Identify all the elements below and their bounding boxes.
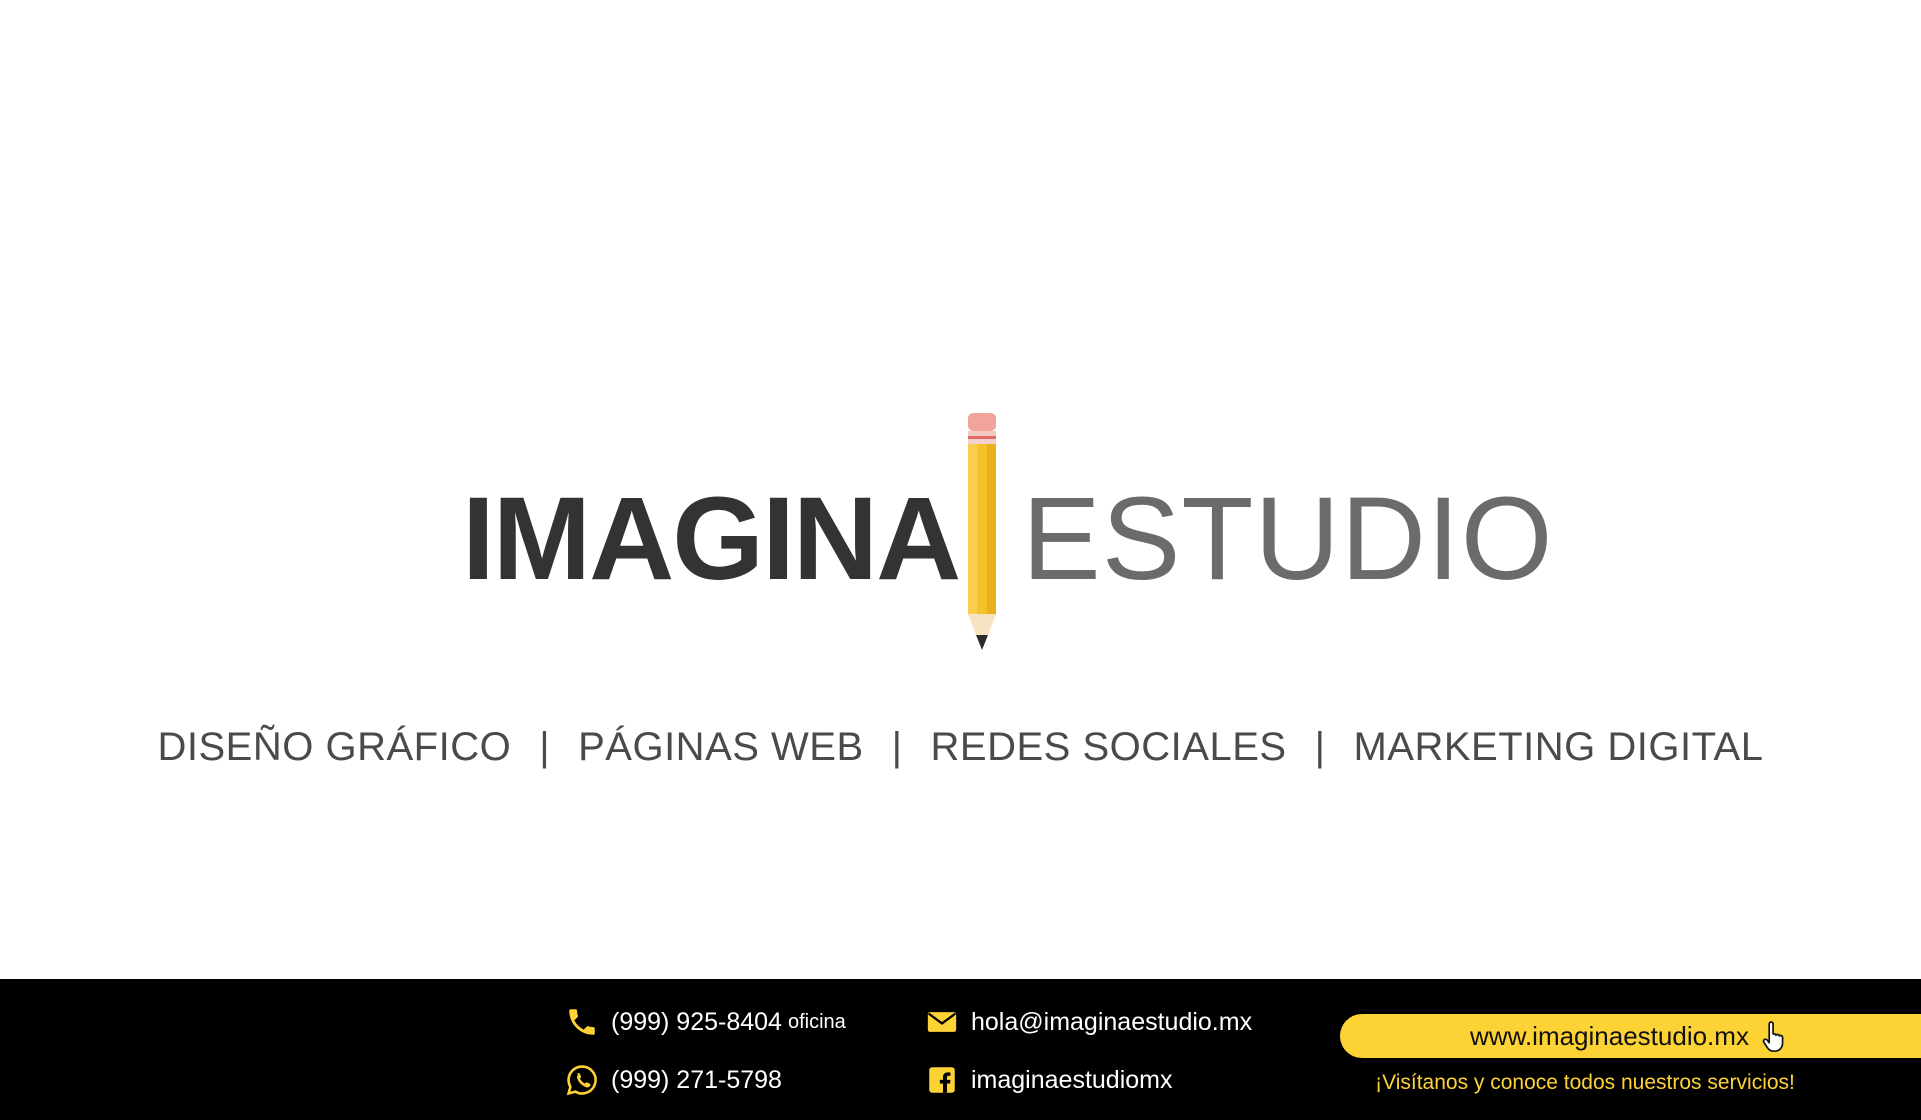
services-list: DISEÑO GRÁFICO | PÁGINAS WEB | REDES SOC… (0, 725, 1921, 770)
logo-word-estudio: ESTUDIO (1022, 473, 1554, 605)
tagline: ¡Visítanos y conoce todos nuestros servi… (1375, 1071, 1795, 1094)
service-web-pages: PÁGINAS WEB (578, 725, 864, 769)
footer-bar: (999) 925-8404 oficina (999) 271-5798 ho… (0, 979, 1921, 1120)
hand-pointer-icon (1762, 1021, 1784, 1053)
facebook-handle: imaginaestudiomx (971, 1065, 1173, 1094)
separator: | (891, 725, 903, 769)
separator: | (1314, 725, 1326, 769)
website-button[interactable]: www.imaginaestudio.mx (1340, 1014, 1921, 1058)
contact-phone[interactable]: (999) 925-8404 oficina (565, 1005, 846, 1039)
separator: | (539, 725, 551, 769)
website-url: www.imaginaestudio.mx (1470, 1020, 1749, 1051)
facebook-icon (929, 1067, 955, 1093)
page: IMAGINA ESTUDIO DISEÑO GRÁFICO | PÁGINAS… (0, 0, 1921, 1120)
contact-email[interactable]: hola@imaginaestudio.mx (925, 1005, 1252, 1039)
whatsapp-number: (999) 271-5798 (611, 1065, 782, 1094)
envelope-icon (927, 1012, 957, 1032)
email-address: hola@imaginaestudio.mx (971, 1007, 1253, 1036)
service-graphic-design: DISEÑO GRÁFICO (157, 725, 512, 769)
service-digital-marketing: MARKETING DIGITAL (1353, 725, 1764, 769)
phone-note: oficina (787, 1010, 846, 1033)
contact-whatsapp[interactable]: (999) 271-5798 (565, 1063, 782, 1097)
whatsapp-icon (566, 1065, 597, 1096)
phone-number: (999) 925-8404 (611, 1007, 782, 1036)
pencil-icon (968, 413, 996, 650)
contact-facebook[interactable]: imaginaestudiomx (925, 1063, 1173, 1097)
logo: IMAGINA ESTUDIO (0, 405, 1921, 655)
phone-icon (569, 1009, 595, 1035)
logo-word-imagina: IMAGINA (462, 473, 961, 605)
service-social-media: REDES SOCIALES (930, 725, 1287, 769)
